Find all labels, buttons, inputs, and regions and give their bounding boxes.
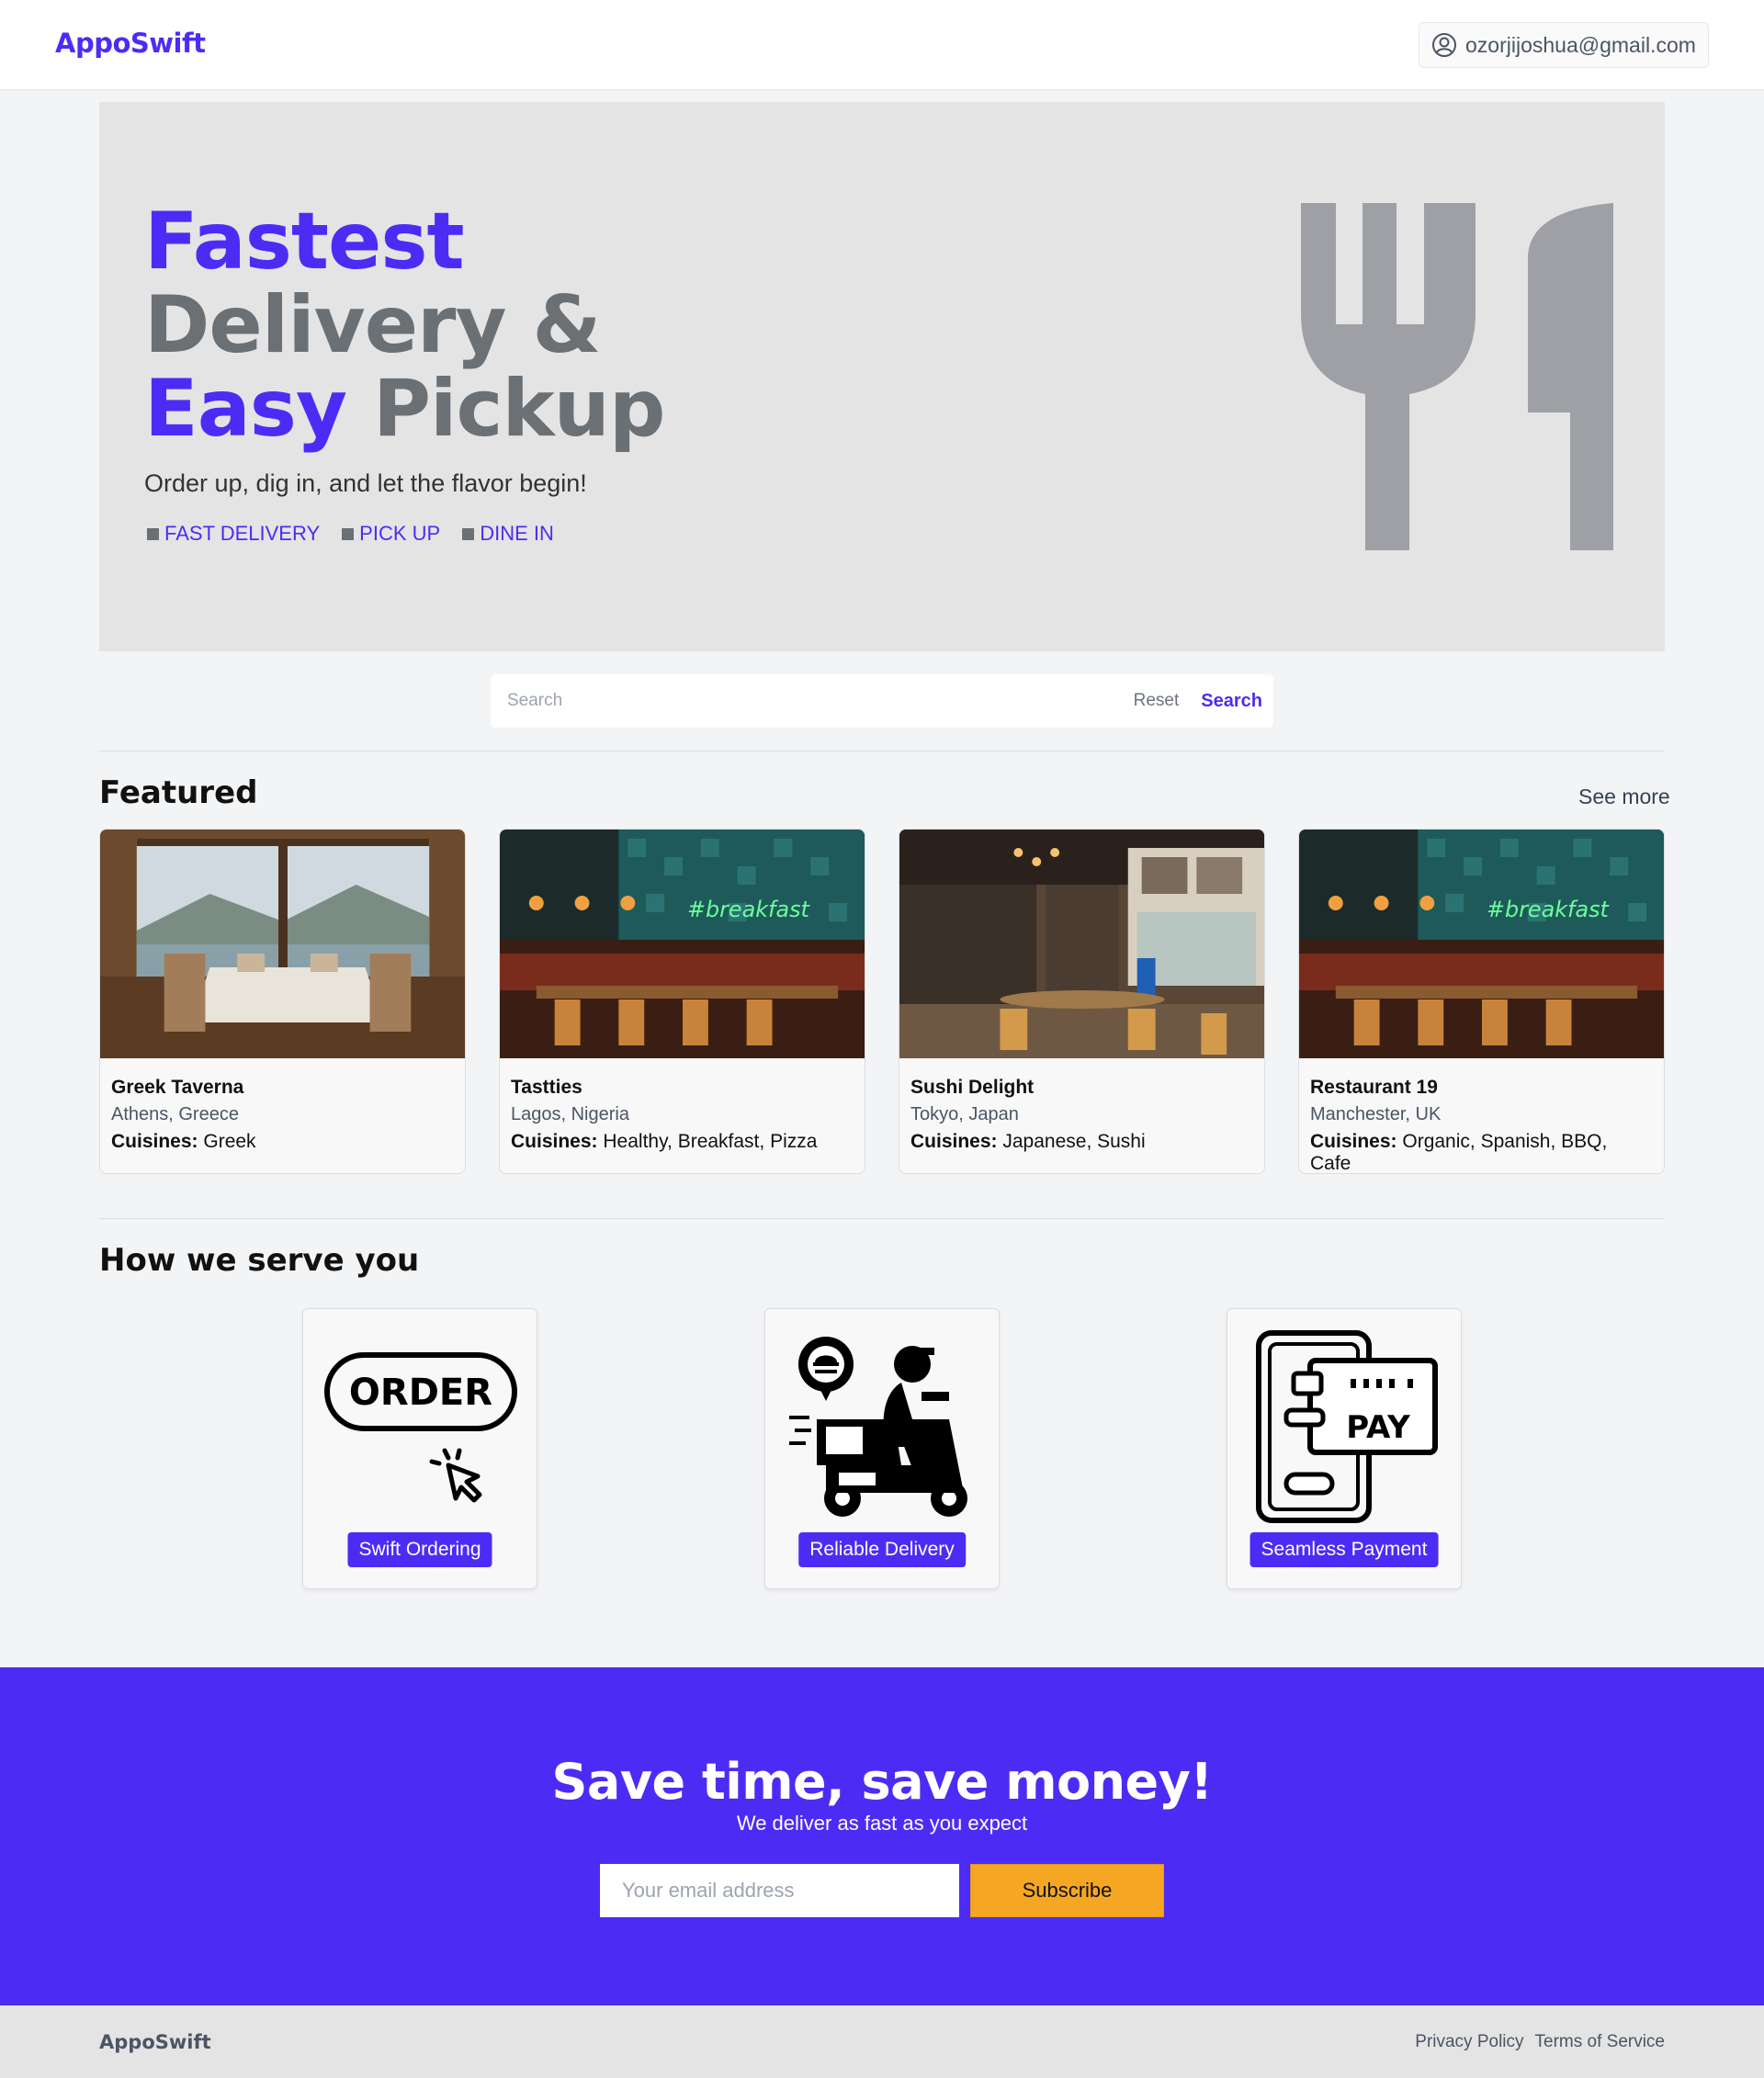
restaurant-cuisines: Cuisines: Healthy, Breakfast, Pizza [511, 1131, 854, 1153]
user-account-button[interactable]: ozorjijoshua@gmail.com [1419, 22, 1709, 68]
hero-tag: PICK UP [342, 522, 440, 546]
restaurant-card[interactable]: Greek Taverna Athens, Greece Cuisines: G… [99, 829, 466, 1174]
search-input[interactable] [507, 691, 1134, 711]
serve-card-ordering: ORDER Swift Ordering [302, 1308, 537, 1589]
newsletter-subtitle: We deliver as fast as you expect [736, 1812, 1028, 1835]
restaurant-cuisines: Cuisines: Japanese, Sushi [910, 1131, 1253, 1153]
restaurant-name: Greek Taverna [111, 1077, 244, 1098]
top-navbar: AppoSwift ozorjijoshua@gmail.com [0, 0, 1764, 90]
restaurant-card[interactable]: #breakfast Tastties Lagos, Nigeria Cuisi… [499, 829, 865, 1174]
order-icon-text: ORDER [349, 1372, 492, 1414]
restaurant-card[interactable]: #breakfast Restaurant 19 Manchester, UK … [1298, 829, 1665, 1174]
newsletter-title: Save time, save money! [551, 1753, 1213, 1811]
footer: AppoSwift Privacy Policy Terms of Servic… [0, 2005, 1764, 2078]
restaurant-photo: #breakfast [500, 830, 865, 1058]
restaurant-name: Tastties [511, 1077, 582, 1098]
hero-tag-label: FAST DELIVERY [164, 522, 321, 545]
search-button[interactable]: Search [1201, 691, 1262, 712]
svg-text:#breakfast: #breakfast [687, 897, 810, 922]
swift-ordering-button[interactable]: Swift Ordering [347, 1532, 492, 1567]
user-circle-icon [1432, 33, 1456, 57]
restaurant-location: Athens, Greece [111, 1104, 239, 1124]
restaurant-cuisines: Cuisines: Organic, Spanish, BBQ, Cafe [1310, 1131, 1653, 1173]
cuisines-label: Cuisines: [511, 1131, 598, 1152]
serve-card-payment: PAY Seamless Payment [1227, 1308, 1462, 1589]
restaurant-location: Lagos, Nigeria [511, 1104, 629, 1124]
user-email: ozorjijoshua@gmail.com [1465, 32, 1696, 57]
subscribe-button[interactable]: Subscribe [970, 1864, 1164, 1917]
hero-line-1: Fastest [144, 196, 465, 288]
cuisines-value: Japanese, Sushi [1002, 1131, 1146, 1152]
brand-logo[interactable]: AppoSwift [55, 28, 206, 59]
hero-tag: DINE IN [462, 522, 554, 546]
featured-list: Greek Taverna Athens, Greece Cuisines: G… [99, 829, 1665, 1174]
featured-title: Featured [99, 774, 258, 811]
delivery-scooter-icon [789, 1337, 967, 1517]
restaurant-card[interactable]: Sushi Delight Tokyo, Japan Cuisines: Jap… [899, 829, 1265, 1174]
search-bar: Reset Search [491, 674, 1273, 728]
serve-title: How we serve you [99, 1242, 420, 1279]
cuisines-value: Healthy, Breakfast, Pizza [603, 1131, 818, 1152]
restaurant-cuisines: Cuisines: Greek [111, 1131, 454, 1153]
pay-icon-text: PAY [1346, 1409, 1410, 1446]
restaurant-name: Restaurant 19 [1310, 1077, 1438, 1098]
restaurant-photo [100, 830, 465, 1058]
email-field[interactable] [600, 1864, 959, 1917]
hero-subtitle: Order up, dig in, and let the flavor beg… [144, 469, 587, 497]
pay-icon: PAY [1256, 1330, 1438, 1523]
restaurant-name: Sushi Delight [910, 1077, 1035, 1098]
restaurant-photo: #breakfast [1299, 830, 1664, 1058]
restaurant-location: Tokyo, Japan [910, 1104, 1019, 1124]
see-more-link[interactable]: See more [1578, 785, 1670, 809]
section-divider [99, 1218, 1665, 1219]
hero-headline: Fastest Delivery & Easy Pickup [144, 200, 665, 451]
newsletter-section: Save time, save money! We deliver as fas… [0, 1667, 1764, 2005]
square-bullet-icon [147, 527, 159, 540]
hero-line-3a: Easy [144, 363, 347, 455]
fork-knife-icon [1301, 203, 1613, 550]
square-bullet-icon [462, 527, 475, 540]
hero-banner: Fastest Delivery & Easy Pickup Order up,… [99, 102, 1665, 651]
cuisines-value: Greek [203, 1131, 256, 1152]
hero-tag-label: DINE IN [480, 522, 554, 545]
cuisines-label: Cuisines: [910, 1131, 998, 1152]
privacy-policy-link[interactable]: Privacy Policy [1415, 2032, 1523, 2052]
hero-line-2: Delivery & [144, 279, 601, 371]
restaurant-location: Manchester, UK [1310, 1104, 1442, 1124]
hero-line-3b: Pickup [372, 363, 665, 455]
square-bullet-icon [342, 527, 355, 540]
footer-brand[interactable]: AppoSwift [99, 2031, 211, 2053]
hero-tag-label: PICK UP [359, 522, 441, 545]
cuisines-label: Cuisines: [1310, 1131, 1397, 1152]
restaurant-photo [899, 830, 1264, 1058]
order-icon: ORDER [324, 1352, 517, 1503]
serve-card-delivery: Reliable Delivery [764, 1308, 1000, 1589]
cuisines-label: Cuisines: [111, 1131, 198, 1152]
reliable-delivery-button[interactable]: Reliable Delivery [798, 1532, 966, 1567]
footer-links: Privacy Policy Terms of Service [1415, 2032, 1665, 2052]
reset-button[interactable]: Reset [1134, 691, 1180, 711]
terms-of-service-link[interactable]: Terms of Service [1535, 2032, 1665, 2052]
hero-tag: FAST DELIVERY [147, 522, 320, 546]
seamless-payment-button[interactable]: Seamless Payment [1250, 1532, 1439, 1567]
hero-tags: FAST DELIVERY PICK UP DINE IN [147, 522, 554, 546]
svg-text:#breakfast: #breakfast [1487, 897, 1610, 922]
